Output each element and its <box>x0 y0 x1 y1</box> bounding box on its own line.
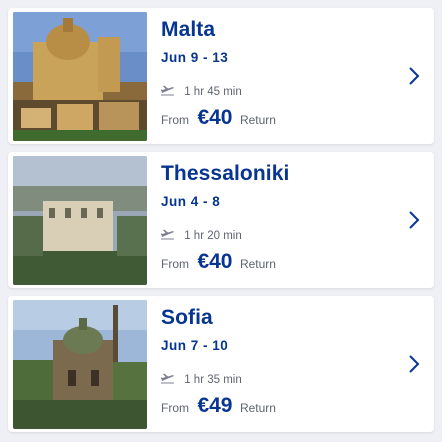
destination-photo <box>13 156 147 285</box>
price-row: From €40 Return <box>161 106 276 130</box>
travel-dates: Jun 4 - 8 <box>161 194 221 209</box>
sofia-church-photo <box>13 300 147 429</box>
duration-text: 1 hr 45 min <box>184 86 242 98</box>
price-row: From €49 Return <box>161 394 276 418</box>
travel-dates: Jun 9 - 13 <box>161 50 229 65</box>
travel-dates: Jun 7 - 10 <box>161 338 229 353</box>
price-row: From €40 Return <box>161 250 276 274</box>
trip-type-label: Return <box>239 113 276 127</box>
chevron-right-icon[interactable] <box>408 210 420 230</box>
price-amount: €40 <box>197 106 233 129</box>
city-name: Thessaloniki <box>161 162 290 185</box>
plane-icon <box>161 229 174 240</box>
destination-card-malta[interactable]: Malta Jun 9 - 13 1 hr 45 min From €40 Re… <box>8 8 434 144</box>
trip-type-label: Return <box>239 401 276 415</box>
destination-photo <box>13 12 147 141</box>
thessaloniki-tower-photo <box>13 156 147 285</box>
duration-text: 1 hr 35 min <box>184 374 242 386</box>
flight-duration: 1 hr 45 min <box>161 84 242 98</box>
chevron-right-icon[interactable] <box>408 66 420 86</box>
destination-card-sofia[interactable]: Sofia Jun 7 - 10 1 hr 35 min From €49 Re… <box>8 296 434 432</box>
price-amount: €40 <box>197 250 233 273</box>
price-amount: €49 <box>197 394 233 417</box>
malta-cathedral-photo <box>13 12 147 141</box>
from-label: From <box>161 401 189 415</box>
trip-type-label: Return <box>239 257 276 271</box>
city-name: Malta <box>161 18 216 41</box>
flight-duration: 1 hr 20 min <box>161 228 242 242</box>
flight-duration: 1 hr 35 min <box>161 372 242 386</box>
duration-text: 1 hr 20 min <box>184 230 242 242</box>
plane-icon <box>161 85 174 96</box>
destination-card-thessaloniki[interactable]: Thessaloniki Jun 4 - 8 1 hr 20 min From … <box>8 152 434 288</box>
city-name: Sofia <box>161 306 213 329</box>
from-label: From <box>161 113 189 127</box>
destination-list: Malta Jun 9 - 13 1 hr 45 min From €40 Re… <box>0 0 442 442</box>
from-label: From <box>161 257 189 271</box>
destination-photo <box>13 300 147 429</box>
plane-icon <box>161 373 174 384</box>
chevron-right-icon[interactable] <box>408 354 420 374</box>
